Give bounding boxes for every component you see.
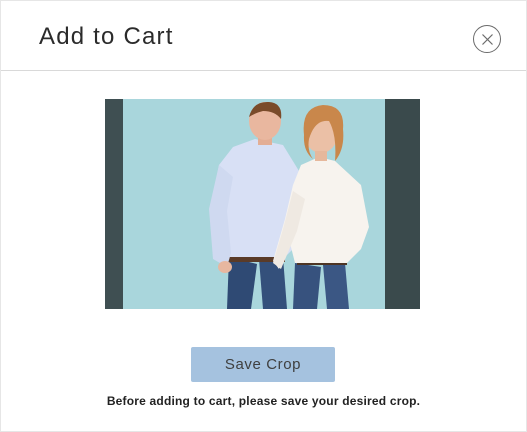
crop-mask-right [385,99,420,309]
crop-area[interactable] [105,99,420,309]
modal-title: Add to Cart [39,23,174,50]
save-crop-button[interactable]: Save Crop [191,347,335,382]
save-crop-instruction: Before adding to cart, please save your … [106,394,421,408]
add-to-cart-modal: Add to Cart Save Crop Before adding to c… [0,0,527,432]
close-button[interactable] [473,25,501,53]
couple-photo-illustration [123,99,385,309]
cart-photo[interactable] [123,99,385,309]
crop-mask-left [105,99,123,309]
modal-header: Add to Cart [1,1,526,71]
close-icon [482,34,493,45]
